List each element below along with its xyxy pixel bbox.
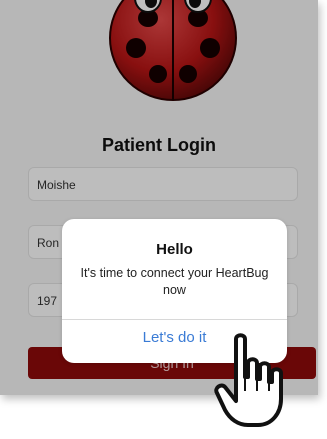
hand-pointer-icon	[214, 333, 283, 427]
alert-divider	[62, 319, 287, 320]
alert-message: It's time to connect your HeartBug now	[80, 266, 269, 297]
alert-title: Hello	[156, 241, 193, 258]
